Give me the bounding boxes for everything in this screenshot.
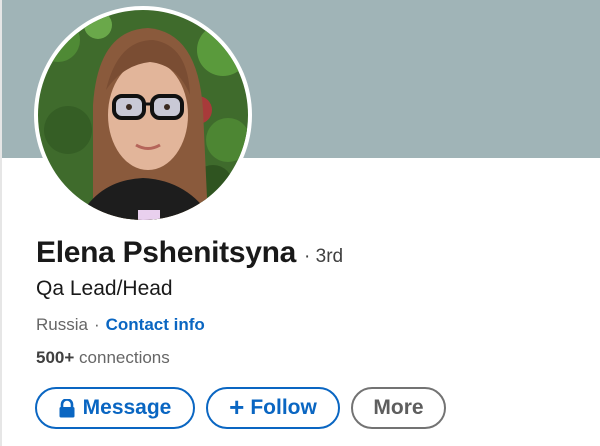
message-button[interactable]: Message bbox=[35, 387, 195, 429]
message-label: Message bbox=[82, 396, 172, 419]
follow-label: Follow bbox=[250, 396, 317, 419]
connections-label: connections bbox=[79, 348, 170, 367]
connections-number: 500+ bbox=[36, 348, 75, 367]
lock-icon bbox=[59, 398, 75, 418]
avatar-frame bbox=[34, 6, 252, 224]
profile-location: Russia bbox=[36, 315, 88, 334]
connection-degree: · 3rd bbox=[304, 246, 344, 267]
location-row: Russia · Contact info bbox=[36, 315, 205, 335]
follow-button[interactable]: + Follow bbox=[206, 387, 340, 429]
connections-count[interactable]: 500+ connections bbox=[36, 348, 170, 368]
profile-photo-icon bbox=[38, 10, 248, 220]
profile-headline: Qa Lead/Head bbox=[36, 277, 173, 300]
more-button[interactable]: More bbox=[351, 387, 446, 429]
profile-card: Elena Pshenitsyna · 3rd Qa Lead/Head Rus… bbox=[0, 0, 600, 446]
separator: · bbox=[93, 315, 100, 334]
contact-info-link[interactable]: Contact info bbox=[106, 315, 205, 335]
profile-name: Elena Pshenitsyna bbox=[36, 236, 297, 269]
more-label: More bbox=[373, 396, 424, 419]
avatar[interactable] bbox=[38, 10, 248, 220]
name-row: Elena Pshenitsyna · 3rd bbox=[36, 236, 343, 270]
plus-icon: + bbox=[229, 392, 245, 422]
